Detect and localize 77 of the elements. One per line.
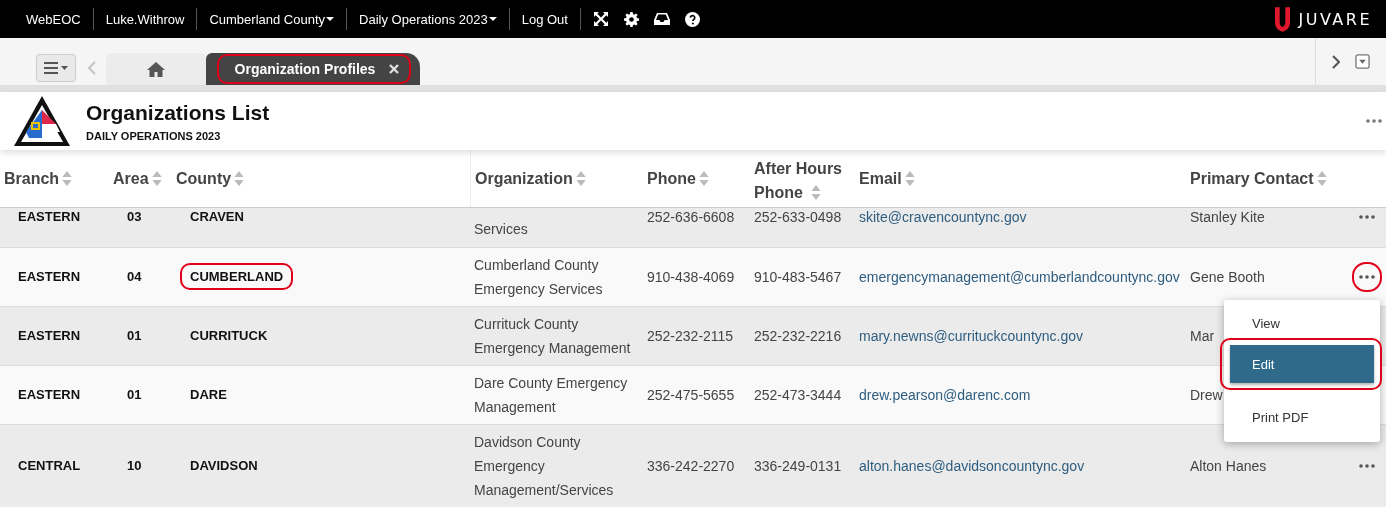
contact-cell: Stanley Kite — [1190, 209, 1265, 225]
phone-cell: 252-475-5655 — [647, 387, 735, 403]
branch-cell: EASTERN — [18, 209, 81, 224]
contact-cell: Mar — [1190, 328, 1215, 344]
more-icon — [1359, 275, 1375, 279]
area-cell: 01 — [127, 328, 142, 343]
phone-cell: 252-636-6608 — [647, 209, 735, 225]
column-header[interactable]: After Hours Phone — [754, 156, 846, 205]
phone-cell: 252-473-3444 — [754, 387, 842, 403]
phone-cell: 910-483-5467 — [754, 269, 842, 285]
top-dropdown[interactable]: Cumberland County — [197, 11, 347, 27]
phone-cell: 910-438-4069 — [647, 269, 735, 285]
area-cell: 01 — [127, 387, 142, 402]
more-icon[interactable] — [1366, 119, 1382, 123]
chevron-right-icon[interactable] — [1332, 54, 1340, 69]
menu-icon — [44, 62, 68, 74]
area-cell: 03 — [127, 209, 142, 224]
email-link[interactable]: mary.newns@currituckcountync.gov — [859, 328, 1084, 344]
menu-item[interactable]: Edit — [1230, 345, 1374, 383]
more-icon — [1359, 215, 1375, 219]
area-cell: 04 — [127, 269, 142, 284]
column-header[interactable]: Phone — [647, 166, 696, 191]
phone-cell: 252-633-0498 — [754, 209, 842, 225]
triangle-emblem-icon — [14, 96, 70, 146]
branch-cell: EASTERN — [18, 387, 81, 402]
area-cell: 10 — [127, 458, 142, 473]
phone-cell: 336-249-0131 — [754, 458, 842, 474]
shield-logo-icon — [1275, 6, 1291, 32]
organization-cell: Dare County Emergency Management — [474, 375, 628, 415]
email-link[interactable]: alton.hanes@davidsoncountync.gov — [859, 458, 1085, 474]
branch-cell: EASTERN — [18, 269, 81, 284]
contact-cell: Drew — [1190, 387, 1223, 403]
column-header[interactable]: Organization — [475, 166, 573, 191]
organization-cell: Services — [474, 221, 528, 237]
inbox-icon[interactable] — [653, 12, 670, 26]
email-link[interactable]: skite@cravencountync.gov — [859, 209, 1027, 225]
menu-button[interactable] — [36, 54, 76, 82]
contact-cell: Alton Hanes — [1190, 458, 1267, 474]
contact-cell: Gene Booth — [1190, 269, 1265, 285]
menu-item[interactable]: Print PDF — [1230, 402, 1374, 432]
brand-logo: JUVARE — [1298, 9, 1372, 29]
phone-cell: 336-242-2270 — [647, 458, 735, 474]
settings-icon[interactable] — [623, 11, 639, 27]
close-icon[interactable] — [389, 64, 400, 74]
column-header[interactable]: County — [176, 166, 232, 191]
more-icon — [1359, 464, 1375, 468]
dropdown-square-icon[interactable] — [1355, 54, 1370, 69]
top-link[interactable]: Luke.Withrow — [93, 11, 197, 27]
email-link[interactable]: emergencymanagement@cumberlandcountync.gov — [859, 269, 1180, 285]
county-cell: CUMBERLAND — [180, 263, 294, 290]
top-link[interactable]: Log Out — [509, 11, 580, 27]
column-header[interactable]: Email — [859, 166, 902, 191]
column-header[interactable]: Branch — [4, 166, 60, 191]
home-tab[interactable] — [106, 53, 206, 85]
home-icon — [147, 61, 165, 77]
page-subtitle: DAILY OPERATIONS 2023 — [86, 129, 222, 142]
county-cell: DARE — [190, 387, 227, 402]
column-header[interactable]: Primary Contact — [1190, 166, 1314, 191]
page-title: Organizations List — [86, 100, 270, 125]
email-link[interactable]: drew.pearson@darenc.com — [859, 387, 1031, 403]
help-icon[interactable] — [684, 11, 700, 27]
top-dropdown[interactable]: Daily Operations 2023 — [347, 11, 509, 27]
more-button[interactable] — [1352, 262, 1382, 292]
branch-cell: CENTRAL — [18, 458, 81, 473]
organization-cell: Cumberland County Emergency Services — [474, 257, 603, 297]
county-cell: DAVIDSON — [190, 458, 258, 473]
fullscreen-icon[interactable] — [592, 11, 609, 27]
branch-cell: EASTERN — [18, 328, 81, 343]
phone-cell: 252-232-2216 — [754, 328, 842, 344]
county-cell: CURRITUCK — [190, 328, 268, 343]
organization-cell: Currituck County Emergency Management — [474, 316, 631, 356]
column-header[interactable]: Area — [113, 166, 149, 191]
organization-cell: Davidson County Emergency Management/Services — [474, 434, 614, 498]
menu-item[interactable]: View — [1230, 308, 1374, 338]
county-cell: CRAVEN — [190, 209, 244, 224]
phone-cell: 252-232-2115 — [647, 328, 734, 344]
top-link[interactable]: WebEOC — [14, 11, 93, 27]
